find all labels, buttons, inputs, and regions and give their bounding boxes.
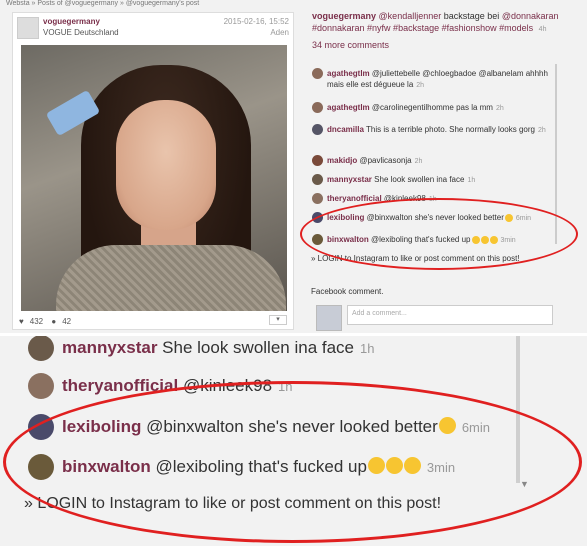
list-item: agathegtlm @juliettebelle @chloegbadoe @… (312, 68, 552, 91)
comment-username[interactable]: mannyxstar (62, 338, 157, 357)
comments-count: 42 (62, 317, 72, 326)
comment-username[interactable]: makidjo (327, 156, 357, 165)
breadcrumb[interactable]: Websta » Posts of @voguegermany » @vogue… (6, 0, 199, 7)
facebook-comment-input[interactable]: Add a comment... (347, 305, 553, 325)
caption-area: voguegermany @kendalljenner backstage be… (307, 10, 565, 54)
post-header: voguegermany VOGUE Deutschland 2015-02-1… (13, 13, 293, 41)
caption: voguegermany @kendalljenner backstage be… (307, 10, 565, 36)
avatar (316, 305, 342, 331)
heart-icon[interactable]: ♥ (19, 317, 24, 326)
divider (0, 333, 587, 336)
post-subtitle: VOGUE Deutschland (43, 28, 119, 37)
speech-bubble-icon[interactable]: ● (51, 317, 56, 326)
comment-text: She look swollen ina face (162, 338, 355, 357)
avatar[interactable] (312, 68, 323, 79)
list-item: makidjo @pavlicasonja 2h (312, 155, 552, 167)
post-location[interactable]: Aden (270, 28, 289, 37)
facebook-comment-label: Facebook comment. (311, 287, 384, 296)
avatar[interactable] (312, 193, 323, 204)
comment-time: 2h (495, 105, 504, 112)
list-item: mannyxstar She look swollen ina face 1h (28, 335, 375, 361)
highlight-circle (3, 381, 582, 543)
avatar[interactable] (312, 102, 323, 113)
comment-username[interactable]: agathegtlm (327, 103, 370, 112)
avatar[interactable] (312, 155, 323, 166)
comment-username[interactable]: dncamilla (327, 125, 364, 134)
comment-time: 1h (467, 177, 476, 184)
caption-text: backstage bei (443, 11, 500, 21)
list-item: agathegtlm @carolinegentilhomme pas la m… (312, 102, 552, 114)
avatar[interactable] (312, 124, 323, 135)
caption-username[interactable]: voguegermany (312, 11, 376, 21)
highlight-circle (300, 198, 578, 270)
comment-time: 2h (537, 127, 546, 134)
avatar[interactable] (28, 335, 54, 361)
photo-sweater (56, 245, 286, 311)
comment-text: She look swollen ina face (374, 175, 465, 184)
post-date: 2015-02-16, 15:52 (223, 17, 289, 26)
comment-text: @pavlicasonja (359, 156, 412, 165)
post-stats: ♥ 432 ● 42 (19, 317, 77, 326)
comment-text: @carolinegentilhomme pas la mm (371, 103, 493, 112)
post-photo[interactable] (21, 45, 287, 311)
comment-time: 1h (360, 341, 375, 356)
caption-mention[interactable]: @kendalljenner (379, 11, 442, 21)
post-username[interactable]: voguegermany (43, 17, 100, 26)
list-item: mannyxstar She look swollen ina face 1h (312, 174, 552, 186)
comment-time: 2h (416, 82, 425, 89)
avatar[interactable] (28, 373, 54, 399)
chevron-down-icon[interactable]: ▾ (269, 315, 287, 325)
comment-text: This is a terrible photo. She normally l… (365, 125, 535, 134)
post-card: voguegermany VOGUE Deutschland 2015-02-1… (12, 12, 294, 330)
list-item: dncamilla This is a terrible photo. She … (312, 124, 552, 136)
comment-username[interactable]: mannyxstar (327, 175, 372, 184)
more-comments-link[interactable]: 34 more comments (312, 40, 560, 50)
avatar[interactable] (312, 174, 323, 185)
caption-time: 4h (538, 26, 547, 33)
comment-username[interactable]: agathegtlm (327, 69, 370, 78)
zoomed-comments: mannyxstar She look swollen ina face 1h t… (0, 333, 587, 546)
photo-face (116, 100, 216, 230)
comment-time: 2h (414, 158, 423, 165)
likes-count: 432 (29, 317, 44, 326)
avatar[interactable] (17, 17, 39, 39)
